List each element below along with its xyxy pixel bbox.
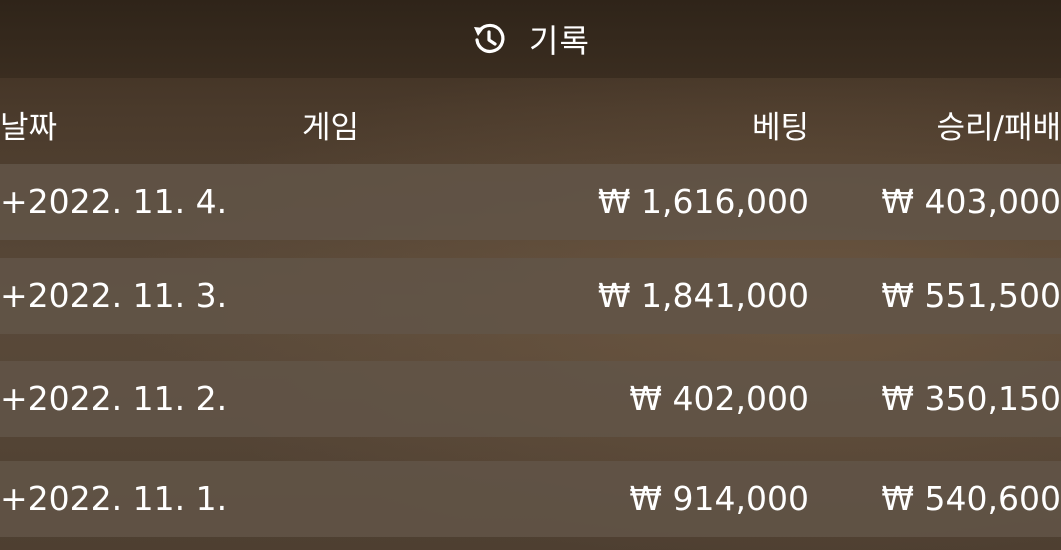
table-header: 날짜 게임 베팅 승리/패배 [0,78,1061,164]
column-header-result: 승리/패배 [936,110,1061,146]
column-header-game: 게임 [302,110,360,146]
row-date: +2022. 11. 4. [0,182,228,221]
table-row[interactable]: +2022. 11. 3. ₩ 1,841,000 ₩ 551,500 [0,258,1061,334]
row-result: ₩ 551,500 [881,276,1061,315]
table-row[interactable]: +2022. 11. 1. ₩ 914,000 ₩ 540,600 [0,461,1061,537]
history-header: 기록 [0,0,1061,78]
history-screen: 기록 날짜 게임 베팅 승리/패배 +2022. 11. 4. ₩ 1,616,… [0,0,1061,550]
row-bet: ₩ 914,000 [629,479,809,518]
row-bet: ₩ 1,841,000 [597,276,809,315]
row-bet: ₩ 402,000 [629,379,809,418]
history-icon [471,21,507,57]
row-result: ₩ 540,600 [881,479,1061,518]
row-result: ₩ 350,150 [881,379,1061,418]
table-row[interactable]: +2022. 11. 4. ₩ 1,616,000 ₩ 403,000 [0,164,1061,240]
row-date: +2022. 11. 1. [0,479,228,518]
table-row[interactable]: +2022. 11. 2. ₩ 402,000 ₩ 350,150 [0,361,1061,437]
history-panel: 기록 날짜 게임 베팅 승리/패배 +2022. 11. 4. ₩ 1,616,… [0,0,1061,550]
column-header-date: 날짜 [0,110,58,146]
row-date: +2022. 11. 3. [0,276,228,315]
row-result: ₩ 403,000 [881,182,1061,221]
row-date: +2022. 11. 2. [0,379,228,418]
row-bet: ₩ 1,616,000 [597,182,809,221]
column-header-bet: 베팅 [751,110,809,146]
page-title: 기록 [529,22,590,60]
